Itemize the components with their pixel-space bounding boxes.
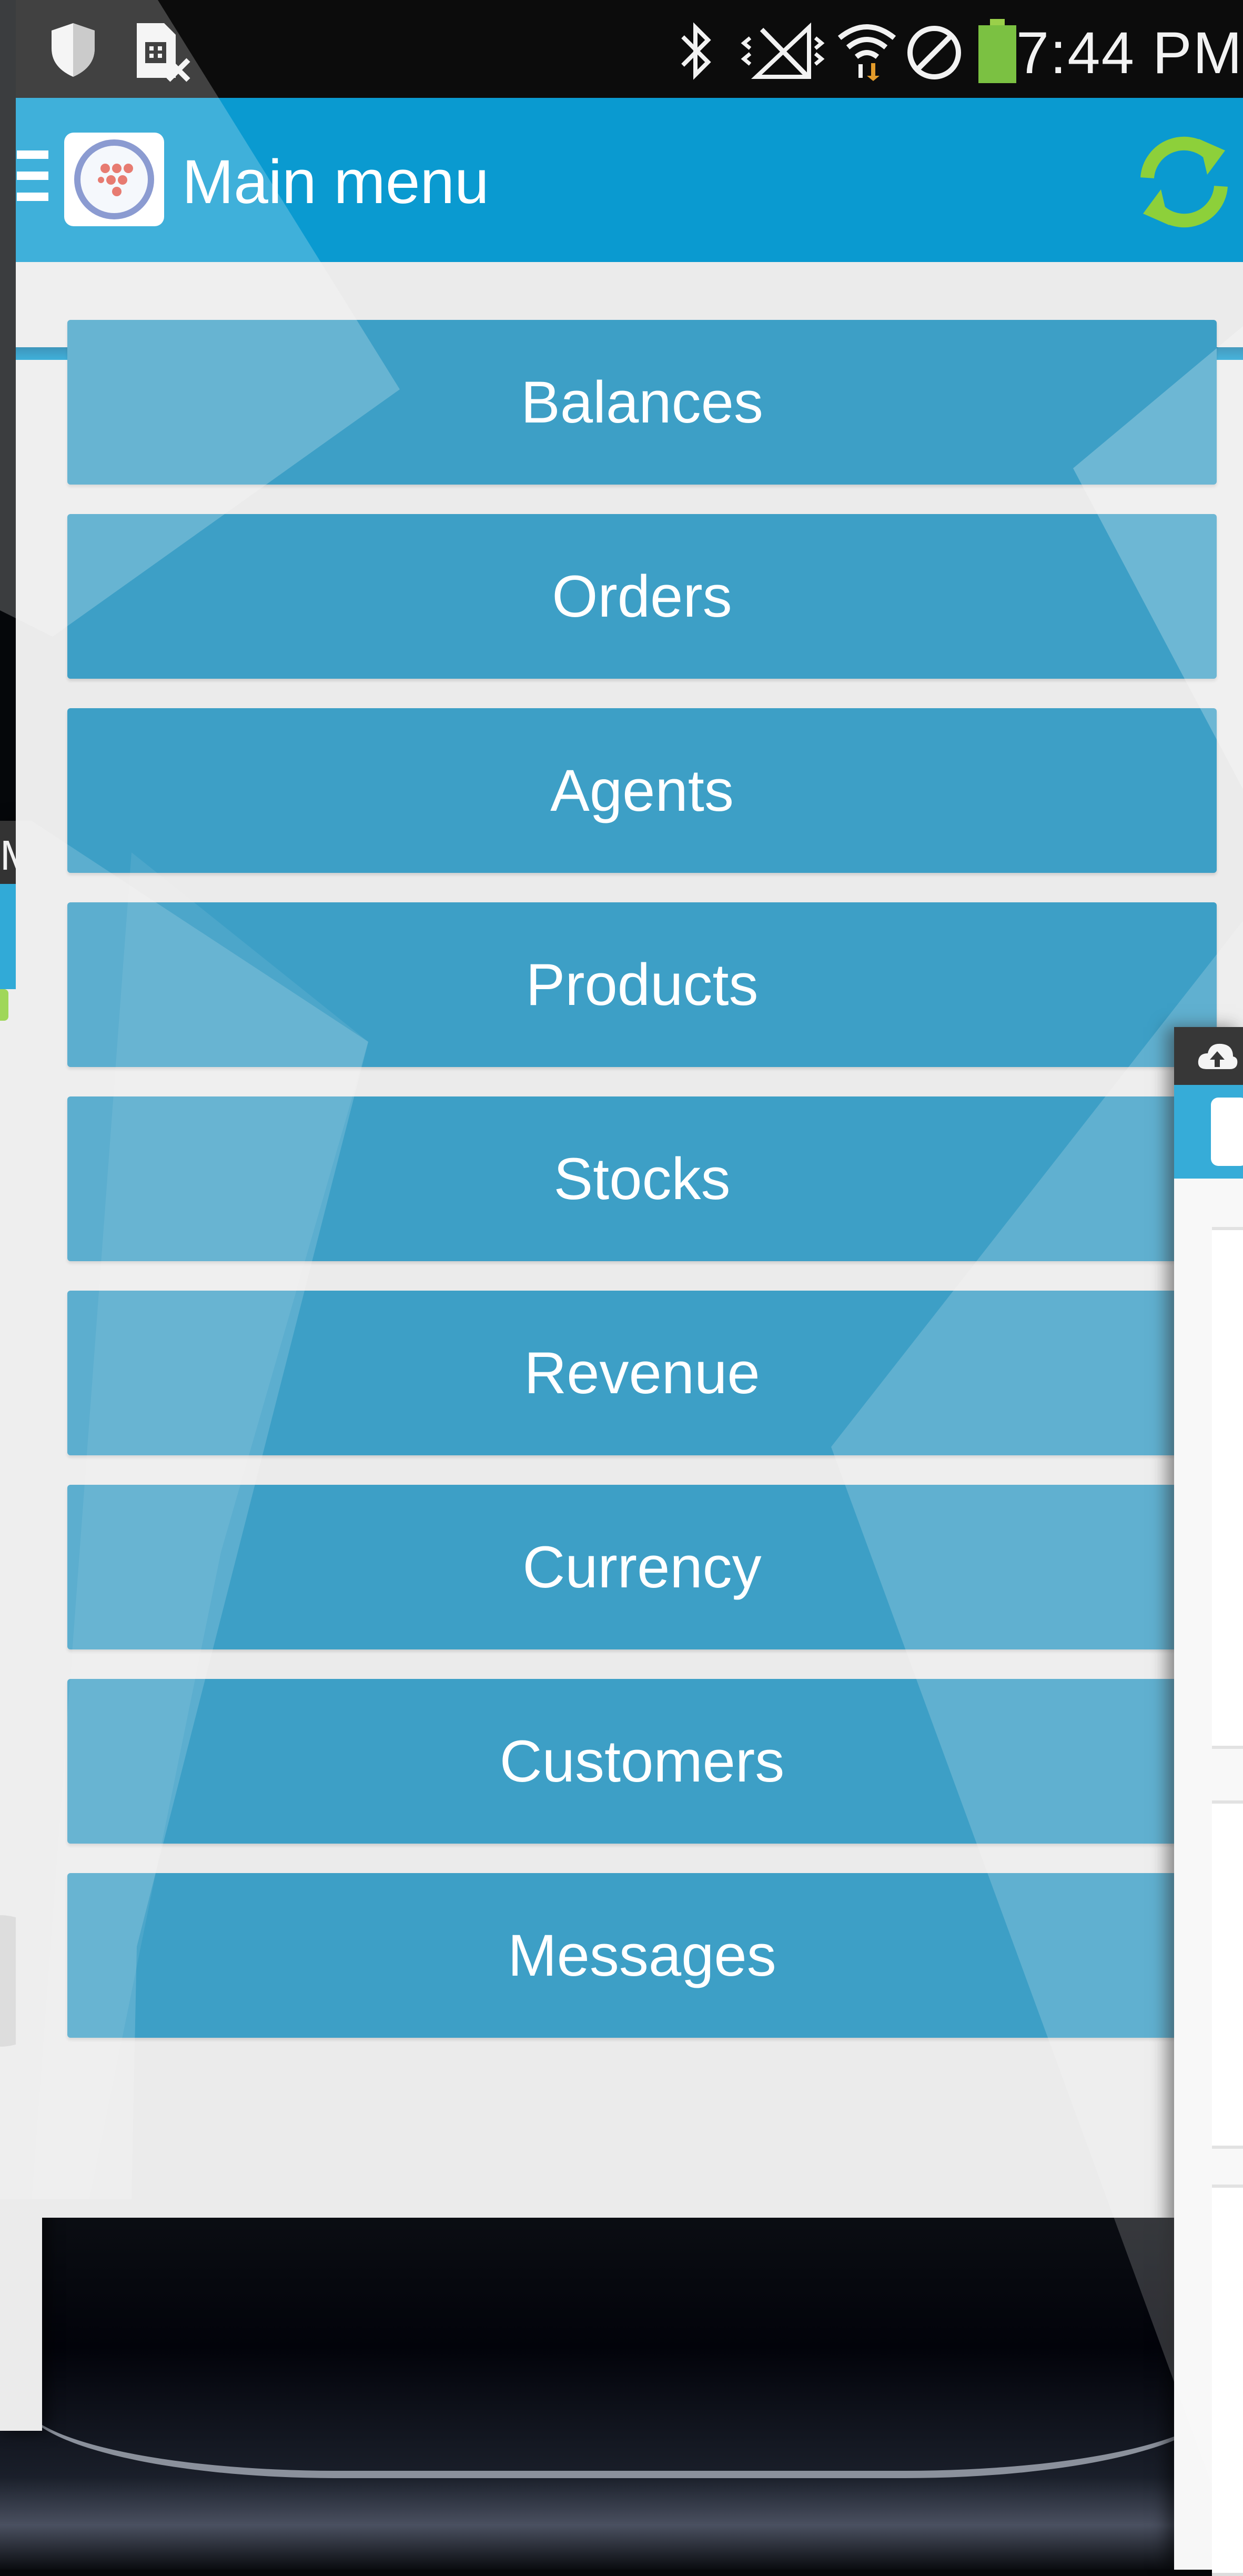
menu-button-balances[interactable]: Balances: [67, 320, 1217, 485]
cloud-upload-icon: [1198, 1043, 1238, 1069]
menu-button-currency[interactable]: Currency: [67, 1485, 1217, 1649]
blocked-icon: [907, 26, 961, 79]
main-menu-list: Balances Orders Agents Products Stocks R…: [67, 320, 1217, 2067]
bluetooth-icon: [681, 22, 711, 80]
no-signal-icon: [741, 22, 825, 79]
menu-button-revenue[interactable]: Revenue: [67, 1291, 1217, 1455]
phone-rim: [21, 2399, 1220, 2478]
menu-button-customers[interactable]: Customers: [67, 1679, 1217, 1844]
app-logo-icon[interactable]: [64, 133, 164, 226]
menu-button-messages[interactable]: Messages: [67, 1873, 1217, 2038]
phone-body: [0, 2199, 1243, 2570]
sim-error-icon: [137, 23, 190, 82]
right-device-card: [1212, 1227, 1243, 1749]
wifi-icon: [837, 24, 896, 81]
right-device-card: [1212, 2185, 1243, 2576]
shield-icon: [52, 23, 95, 77]
right-device-card: [1212, 1800, 1243, 2149]
right-device-logo-icon: [1211, 1098, 1243, 1166]
page-title: Main menu: [182, 147, 489, 217]
main-screen: 7:44 PM Main menu Balances Orders Agents…: [16, 0, 1243, 2218]
right-device-screen: [1174, 1027, 1243, 2576]
right-device-app-bar: [1174, 1085, 1243, 1179]
menu-button-agents[interactable]: Agents: [67, 708, 1217, 873]
menu-button-orders[interactable]: Orders: [67, 514, 1217, 679]
right-device-status-bar: [1174, 1027, 1243, 1085]
left-device-sync-icon: [0, 989, 8, 1021]
status-bar: 7:44 PM: [16, 0, 1243, 98]
menu-button-stocks[interactable]: Stocks: [67, 1096, 1217, 1261]
battery-icon: [978, 19, 1016, 83]
status-clock: 7:44 PM: [1016, 20, 1243, 86]
app-bar: Main menu: [16, 98, 1243, 360]
sync-icon[interactable]: [1131, 129, 1237, 235]
menu-button-products[interactable]: Products: [67, 902, 1217, 1067]
hamburger-icon[interactable]: [17, 150, 48, 203]
